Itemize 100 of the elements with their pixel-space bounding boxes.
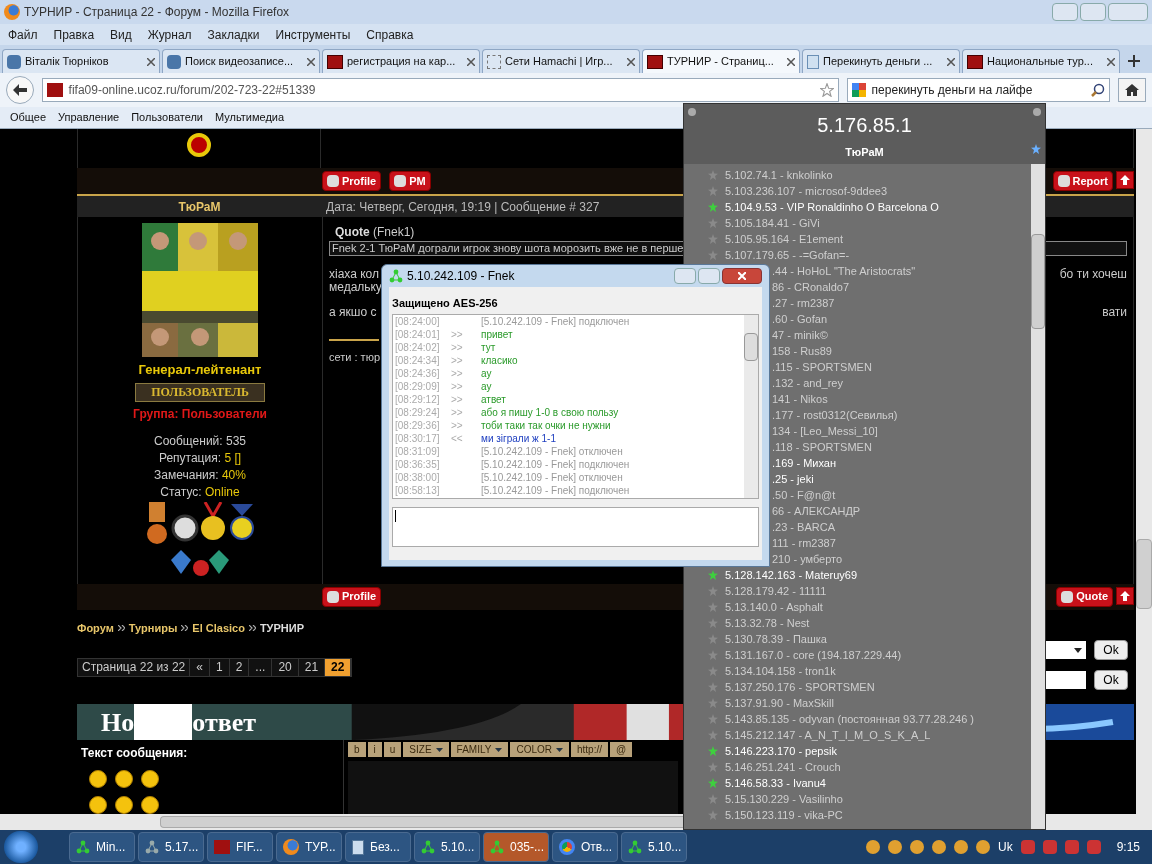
peer-entry[interactable]: 5.102.74.1 - knkolinko: [725, 166, 833, 184]
menu-item[interactable]: Журнал: [147, 25, 192, 44]
pin-icon[interactable]: [688, 108, 696, 116]
peer-entry[interactable]: 210 - умберто: [772, 550, 843, 568]
page-link[interactable]: «: [190, 658, 210, 676]
tray-icon[interactable]: [887, 840, 902, 854]
message-field[interactable]: [348, 761, 678, 814]
taskbar-item[interactable]: Отв...: [552, 832, 618, 862]
taskbar-item[interactable]: 5.10...: [621, 832, 687, 862]
peer-entry[interactable]: 5.103.236.107 - microsof-9ddee3: [725, 182, 888, 200]
peer-entry[interactable]: 111 - rm2387: [772, 534, 836, 552]
peer-entry[interactable]: .115 - SPORTSMEN: [772, 358, 872, 376]
peer-entry[interactable]: 5.146.223.170 - pepsik: [725, 742, 837, 760]
report-button[interactable]: Report: [1052, 171, 1113, 192]
peer-entry[interactable]: 5.150.123.119 - vika-PC: [725, 806, 843, 824]
close-icon[interactable]: [307, 57, 315, 66]
smiley-icon[interactable]: [141, 796, 159, 814]
smiley-icon[interactable]: [89, 770, 107, 788]
taskbar-item[interactable]: 035-...: [483, 832, 549, 862]
profile-button[interactable]: Profile: [322, 586, 382, 607]
language-indicator[interactable]: Uk: [997, 838, 1013, 856]
vertical-scrollbar[interactable]: [1136, 129, 1152, 830]
search-icon[interactable]: [1091, 83, 1106, 97]
close-icon[interactable]: [147, 57, 155, 66]
scroll-thumb[interactable]: [744, 332, 758, 361]
close-icon[interactable]: [467, 57, 475, 66]
taskbar-item[interactable]: 5.17...: [138, 832, 204, 862]
breadcrumb-link[interactable]: ТУРНИР: [259, 619, 304, 636]
breadcrumb-link[interactable]: El Clasico: [192, 619, 245, 636]
peer-entry[interactable]: 5.137.91.90 - MaxSkill: [725, 694, 834, 712]
taskbar-item[interactable]: Min...: [69, 832, 135, 862]
format-button[interactable]: COLOR: [510, 742, 569, 757]
peer-entry[interactable]: 5.146.251.241 - Crouch: [725, 758, 841, 776]
format-button[interactable]: SIZE: [403, 742, 449, 757]
close-icon[interactable]: [1033, 108, 1041, 116]
peer-entry[interactable]: .60 - Gofan: [772, 310, 828, 328]
peer-entry[interactable]: 5.128.179.42 - 11111: [725, 582, 827, 600]
format-button[interactable]: i: [367, 742, 382, 757]
close-button[interactable]: [722, 268, 762, 284]
taskbar-item[interactable]: FIF...: [207, 832, 273, 862]
menu-item[interactable]: Правка: [53, 25, 95, 44]
taskbar-item[interactable]: ТУР...: [276, 832, 342, 862]
tray-icon[interactable]: [975, 840, 990, 854]
peer-entry[interactable]: 158 - Rus89: [772, 342, 832, 360]
chat-scrollbar[interactable]: [744, 314, 758, 498]
peer-entry[interactable]: .169 - Михан: [772, 454, 837, 472]
page-link[interactable]: 1: [210, 658, 230, 676]
close-icon[interactable]: [627, 57, 635, 66]
dropdown[interactable]: [1046, 641, 1086, 659]
peer-entry[interactable]: .23 - BARCA: [772, 518, 835, 536]
peer-entry[interactable]: 86 - CRonaldo7: [772, 278, 850, 296]
peer-entry[interactable]: 5.143.85.135 - odyvan (постоянная 93.77.28.246 ): [725, 710, 974, 728]
page-link[interactable]: 2: [229, 658, 250, 676]
tray-icon[interactable]: [865, 840, 880, 854]
menu-item[interactable]: Закладки: [207, 25, 260, 44]
peer-entry[interactable]: 5.13.140.0 - Asphalt: [725, 598, 823, 616]
star-icon[interactable]: [1031, 144, 1041, 154]
bookmark-link[interactable]: Общее: [10, 109, 47, 126]
peer-entry[interactable]: 5.131.167.0 - core (194.187.229.44): [725, 646, 902, 664]
profile-button[interactable]: Profile: [322, 171, 382, 192]
list-scrollbar[interactable]: [1031, 164, 1045, 829]
peer-entry[interactable]: 134 - [Leo_Messi_10]: [772, 422, 878, 440]
peer-entry[interactable]: .118 - SPORTSMEN: [772, 438, 872, 456]
peer-entry[interactable]: .25 - jeki: [772, 470, 814, 488]
peer-entry[interactable]: .132 - and_rey: [772, 374, 843, 392]
peer-entry[interactable]: 5.105.184.41 - GiVi: [725, 214, 820, 232]
pm-button[interactable]: PM: [389, 171, 431, 192]
clock[interactable]: 9:15: [1116, 838, 1140, 856]
horizontal-scrollbar[interactable]: [0, 814, 683, 830]
browser-tab[interactable]: Поиск видеозаписе...: [162, 49, 320, 73]
scroll-up-button[interactable]: [1116, 586, 1134, 605]
bookmark-link[interactable]: Управление: [58, 109, 120, 126]
format-button[interactable]: http://: [571, 742, 608, 757]
menu-item[interactable]: Справка: [366, 25, 414, 44]
browser-tab[interactable]: Сети Hamachi | Игр...: [482, 49, 640, 73]
browser-tab[interactable]: регистрация на кар...: [322, 49, 480, 73]
smiley-icon[interactable]: [115, 796, 133, 814]
peer-entry[interactable]: 5.13.32.78 - Nest: [725, 614, 810, 632]
bookmark-link[interactable]: Пользователи: [131, 109, 203, 126]
scroll-up-button[interactable]: [1116, 171, 1134, 190]
scrollbar-track[interactable]: [1046, 814, 1136, 830]
browser-tab[interactable]: Перекинуть деньги ...: [802, 49, 960, 73]
peer-entry[interactable]: 5.130.78.39 - Пашка: [725, 630, 827, 648]
peer-entry[interactable]: .50 - F@n@t: [772, 486, 836, 504]
tray-icon[interactable]: [931, 840, 946, 854]
peer-entry[interactable]: 5.145.212.147 - A_N_T_I_M_O_S_K_A_L: [725, 726, 931, 744]
format-button[interactable]: @: [610, 742, 633, 757]
peer-entry[interactable]: 5.134.104.158 - tron1k: [725, 662, 836, 680]
close-icon[interactable]: [1107, 57, 1115, 66]
scroll-thumb[interactable]: [160, 816, 683, 828]
smiley-icon[interactable]: [89, 796, 107, 814]
tray-icon[interactable]: [909, 840, 924, 854]
peer-entry[interactable]: 5.137.250.176 - SPORTSMEN: [725, 678, 875, 696]
format-button[interactable]: u: [383, 742, 402, 757]
menu-item[interactable]: Инструменты: [275, 25, 351, 44]
peer-entry[interactable]: 47 - minik©: [772, 326, 828, 344]
close-icon[interactable]: [947, 57, 955, 66]
format-button[interactable]: b: [348, 742, 366, 757]
page-link[interactable]: 20: [272, 658, 299, 676]
back-button[interactable]: [6, 76, 34, 104]
